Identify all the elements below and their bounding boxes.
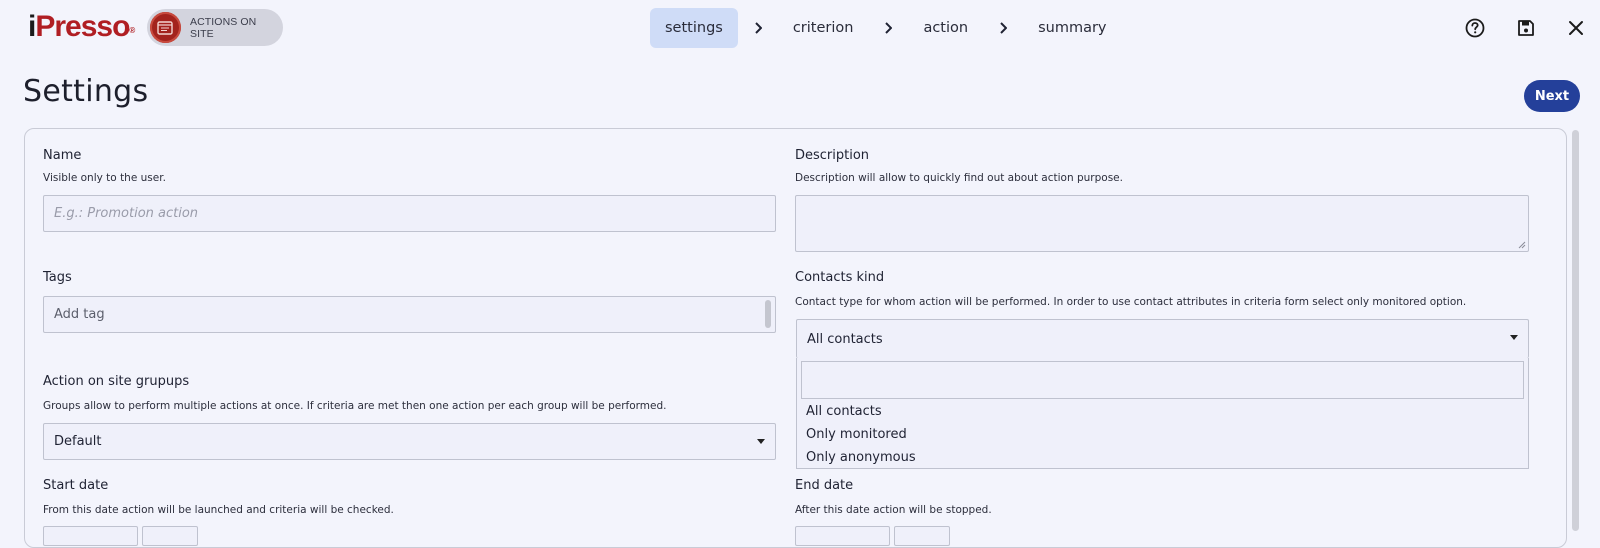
groups-label: Action on site grupups: [43, 374, 190, 389]
tags-label: Tags: [43, 270, 72, 285]
name-help: Visible only to the user.: [43, 172, 166, 184]
start-date-help: From this date action will be launched a…: [43, 504, 394, 516]
step-label: settings: [665, 20, 723, 36]
help-icon[interactable]: [1464, 17, 1486, 39]
step-label: criterion: [792, 20, 854, 36]
page-title: Settings: [23, 74, 149, 109]
contacts-kind-label: Contacts kind: [795, 270, 885, 285]
contacts-kind-select[interactable]: All contacts: [796, 319, 1529, 358]
next-button[interactable]: Next: [1524, 80, 1580, 112]
start-time-input[interactable]: [142, 526, 198, 546]
option-only-anonymous[interactable]: Only anonymous: [806, 450, 916, 465]
top-bar: i Presso ® ACTIONS ON SITE settings criter…: [0, 0, 1600, 56]
contacts-kind-selected: All contacts: [807, 331, 883, 347]
step-summary[interactable]: summary: [1023, 8, 1121, 48]
step-label: action: [923, 20, 969, 36]
actions-on-site-icon: [150, 12, 181, 43]
caret-down-icon: [1510, 335, 1518, 340]
caret-down-icon: [757, 439, 765, 444]
step-label: summary: [1038, 20, 1107, 36]
end-date-input[interactable]: [795, 526, 890, 546]
contacts-kind-help: Contact type for whom action will be per…: [795, 296, 1467, 308]
end-time-input[interactable]: [894, 526, 950, 546]
name-label: Name: [43, 148, 82, 163]
close-icon[interactable]: [1565, 17, 1587, 39]
option-all-contacts[interactable]: All contacts: [806, 404, 882, 419]
groups-selected: Default: [54, 434, 102, 449]
tags-scrollbar[interactable]: [765, 300, 771, 328]
dropdown-search-input[interactable]: [801, 361, 1524, 399]
module-pill[interactable]: ACTIONS ON SITE: [147, 9, 283, 46]
description-textarea[interactable]: [795, 195, 1529, 252]
module-label: ACTIONS ON SITE: [189, 15, 257, 40]
start-date-label: Start date: [43, 478, 109, 493]
resize-handle-icon[interactable]: [1518, 241, 1526, 249]
start-date-input[interactable]: [43, 526, 138, 546]
chevron-right-icon: [983, 22, 1023, 34]
chevron-right-icon: [738, 22, 778, 34]
contacts-kind-dropdown: All contacts Only monitored Only anonymo…: [796, 358, 1529, 469]
end-date-label: End date: [795, 478, 854, 493]
name-placeholder: E.g.: Promotion action: [54, 206, 199, 221]
groups-help: Groups allow to perform multiple actions…: [43, 400, 667, 412]
end-date-help: After this date action will be stopped.: [795, 504, 992, 516]
name-input[interactable]: E.g.: Promotion action: [43, 195, 776, 232]
step-action[interactable]: action: [908, 8, 983, 48]
page-scrollbar[interactable]: [1572, 130, 1579, 531]
chevron-right-icon: [868, 22, 908, 34]
save-icon[interactable]: [1515, 17, 1537, 39]
step-criterion[interactable]: criterion: [778, 8, 869, 48]
tags-input[interactable]: Add tag: [43, 296, 776, 333]
description-label: Description: [795, 148, 870, 163]
option-only-monitored[interactable]: Only monitored: [806, 427, 907, 442]
description-help: Description will allow to quickly find o…: [795, 172, 1123, 184]
wizard-steps: settings criterion action summary: [650, 8, 1122, 48]
tags-placeholder: Add tag: [54, 307, 105, 322]
ipresso-logo[interactable]: i Presso ®: [28, 10, 135, 44]
step-settings[interactable]: settings: [650, 8, 738, 48]
groups-select[interactable]: Default: [43, 423, 776, 460]
